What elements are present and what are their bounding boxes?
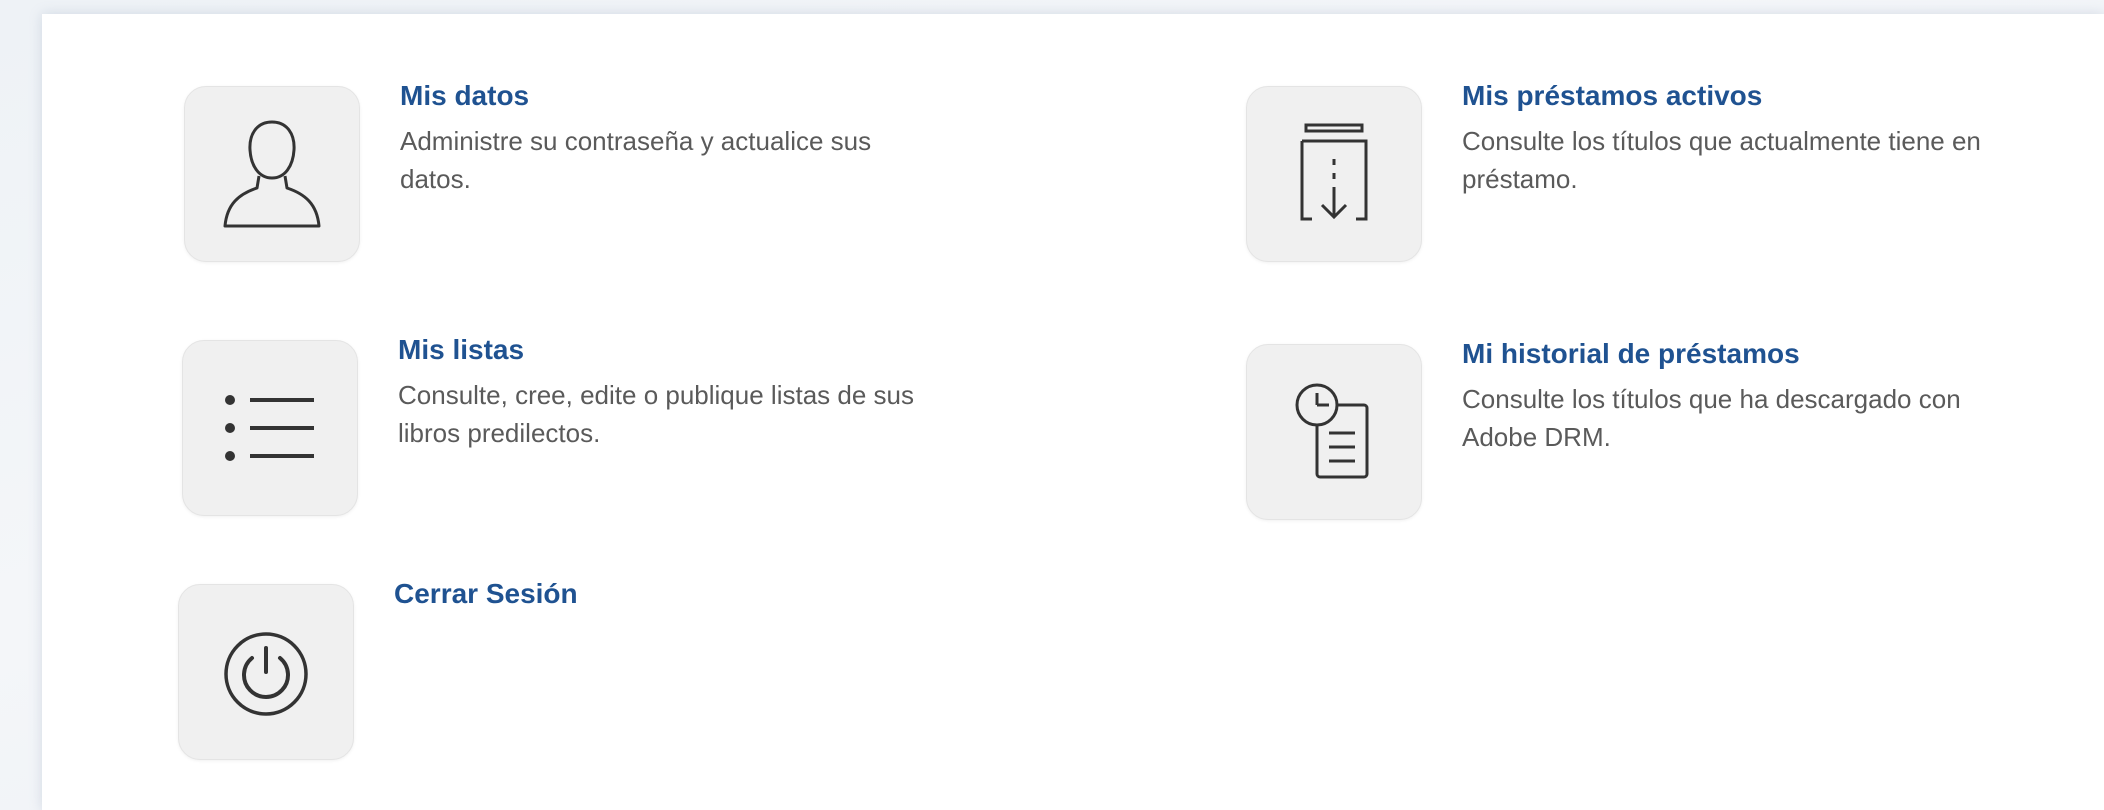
tile-description: Consulte los títulos que ha descargado c… [1462,384,1961,452]
bulleted-list-icon [225,395,314,461]
tile-description: Administre su contraseña y actualice sus… [400,126,872,194]
tile-title[interactable]: Mi historial de préstamos [1462,336,1982,372]
clock-document-icon [1295,383,1369,479]
user-silhouette-icon [223,120,321,228]
tile-title[interactable]: Mis préstamos activos [1462,78,1982,114]
power-icon [224,632,308,716]
tile-title[interactable]: Mis datos [400,78,920,114]
tile-cerrar-sesion[interactable]: Cerrar Sesión [178,578,578,760]
tile-icon-box[interactable] [182,340,358,516]
tile-description: Consulte los títulos que actualmente tie… [1462,126,1981,194]
tile-description: Consulte, cree, edite o publique listas … [398,380,914,448]
tile-title[interactable]: Mis listas [398,332,918,368]
tile-mis-listas[interactable]: Mis listas Consulte, cree, edite o publi… [182,334,918,516]
book-download-icon [1300,123,1368,221]
tile-mis-prestamos-activos[interactable]: Mis préstamos activos Consulte los títul… [1246,80,1982,262]
tile-icon-box[interactable] [1246,344,1422,520]
tile-mis-datos[interactable]: Mis datos Administre su contraseña y act… [184,80,920,262]
tile-icon-box[interactable] [1246,86,1422,262]
tile-title[interactable]: Cerrar Sesión [394,576,578,612]
tile-icon-box[interactable] [178,584,354,760]
tile-icon-box[interactable] [184,86,360,262]
account-panel: Mis datos Administre su contraseña y act… [42,14,2104,810]
tile-mi-historial[interactable]: Mi historial de préstamos Consulte los t… [1246,338,1982,520]
